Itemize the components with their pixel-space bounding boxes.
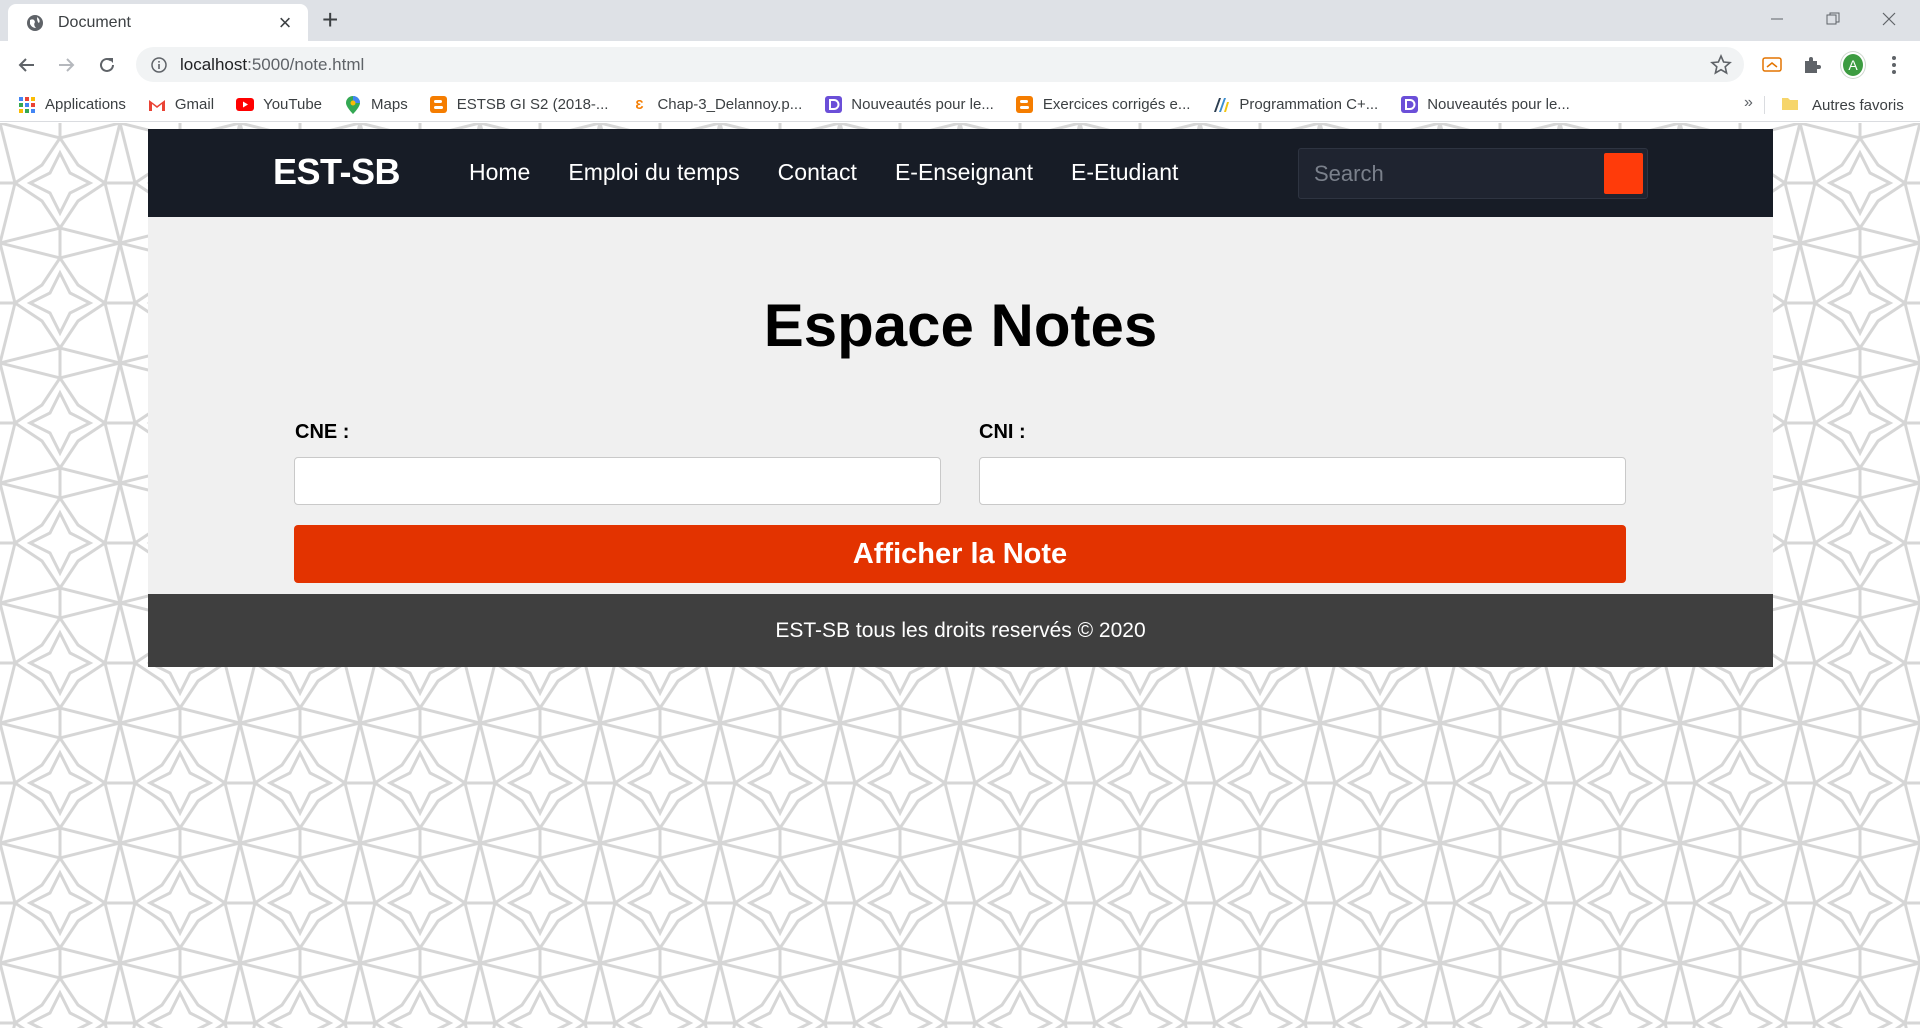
more-bookmarks-icon[interactable]: » [1744,94,1753,112]
cni-label: CNI : [979,421,1026,443]
globe-icon [26,14,44,32]
bookmark-star-icon[interactable] [1710,54,1732,76]
folder-icon [1782,96,1800,114]
page-title: Espace Notes [763,292,1158,359]
bookmark-label: Chap-3_Delannoy.p... [657,96,803,113]
blogger-icon [430,96,448,114]
restore-icon[interactable] [1808,6,1858,32]
programming-icon [1212,96,1230,114]
apps-grid-icon [18,96,36,114]
bookmark-label: Applications [45,96,126,113]
nav-home[interactable]: Home [469,159,530,186]
extension-cast-icon[interactable] [1760,53,1784,77]
url-host: localhost [180,54,248,74]
bookmark-exercices[interactable]: Exercices corrigés e... [1016,96,1191,114]
bookmark-nouveautes-1[interactable]: Nouveautés pour le... [824,96,994,114]
blogger-icon [1016,96,1034,114]
purple-d-icon [824,96,842,114]
bookmark-applications[interactable]: Applications [18,96,126,114]
bookmark-label: Exercices corrigés e... [1042,96,1191,113]
menu-kebab-icon[interactable] [1882,53,1906,77]
site-navbar: EST-SB Home Emploi du temps Contact E-En… [148,129,1773,217]
bookmark-programmation[interactable]: Programmation C+... [1212,96,1378,114]
cni-input[interactable] [979,457,1626,505]
bookmarks-divider [1764,96,1765,114]
new-tab-icon[interactable]: + [322,6,338,34]
bookmark-chap3[interactable]: Ɛ Chap-3_Delannoy.p... [630,96,802,114]
reload-icon[interactable] [95,53,119,77]
nav-contact[interactable]: Contact [778,159,857,186]
window-close-icon[interactable] [1864,6,1914,32]
bookmark-gmail[interactable]: Gmail [148,96,214,114]
browser-tab[interactable]: Document × [8,4,308,41]
search-input[interactable] [1299,149,1599,198]
bookmarks-bar: Applications Gmail YouTube Maps ESTSB GI… [0,88,1920,122]
nav-e-enseignant[interactable]: E-Enseignant [895,159,1033,186]
page-viewport: EST-SB Home Emploi du temps Contact E-En… [0,123,1920,1028]
cne-input[interactable] [294,457,941,505]
search-button[interactable] [1604,153,1643,194]
back-icon[interactable] [14,53,38,77]
bookmark-nouveautes-2[interactable]: Nouveautés pour le... [1400,96,1570,114]
other-bookmarks-label: Autres favoris [1812,96,1904,114]
forward-icon[interactable] [55,53,79,77]
bookmark-maps[interactable]: Maps [344,95,408,114]
url-path: :5000/note.html [247,54,365,74]
other-bookmarks[interactable]: Autres favoris [1782,88,1904,122]
doc-e-icon: Ɛ [635,97,644,112]
profile-initial: A [1841,52,1865,78]
site-footer: EST-SB tous les droits reservés © 2020 [148,594,1773,667]
bookmark-label: Gmail [174,96,215,113]
tab-close-icon[interactable]: × [274,11,296,34]
nav-emploi-du-temps[interactable]: Emploi du temps [568,159,739,186]
notes-panel: Espace Notes CNE : CNI : Afficher la Not… [148,217,1773,594]
tab-title: Document [58,13,131,31]
nav-links: Home Emploi du temps Contact E-Enseignan… [469,159,1216,186]
search-box [1298,148,1648,199]
site-info-icon[interactable] [150,56,168,74]
maps-icon [344,95,362,114]
bookmark-estsb[interactable]: ESTSB GI S2 (2018-... [430,96,609,114]
youtube-icon [236,96,255,114]
minimize-icon[interactable] [1752,6,1802,32]
bookmark-label: ESTSB GI S2 (2018-... [456,96,609,113]
browser-tabstrip: Document × + [0,0,1920,41]
page-container: EST-SB Home Emploi du temps Contact E-En… [148,129,1773,667]
bookmark-label: Nouveautés pour le... [851,96,994,113]
bookmark-label: Maps [371,96,408,113]
profile-avatar[interactable]: A [1841,52,1865,78]
address-bar[interactable]: localhost:5000/note.html [136,47,1744,82]
bookmark-label: Nouveautés pour le... [1427,96,1570,113]
show-grade-button[interactable]: Afficher la Note [294,525,1626,583]
gmail-icon [148,96,166,114]
purple-d-icon [1400,96,1418,114]
footer-text: EST-SB tous les droits reservés © 2020 [775,618,1146,642]
bookmark-label: YouTube [263,96,323,113]
cne-label: CNE : [295,421,350,443]
bookmark-label: Programmation C+... [1239,96,1379,113]
nav-e-etudiant[interactable]: E-Etudiant [1071,159,1178,186]
extensions-puzzle-icon[interactable] [1800,53,1824,77]
bookmark-youtube[interactable]: YouTube [236,96,322,114]
browser-toolbar: localhost:5000/note.html A [0,41,1920,88]
site-brand[interactable]: EST-SB [273,151,401,193]
